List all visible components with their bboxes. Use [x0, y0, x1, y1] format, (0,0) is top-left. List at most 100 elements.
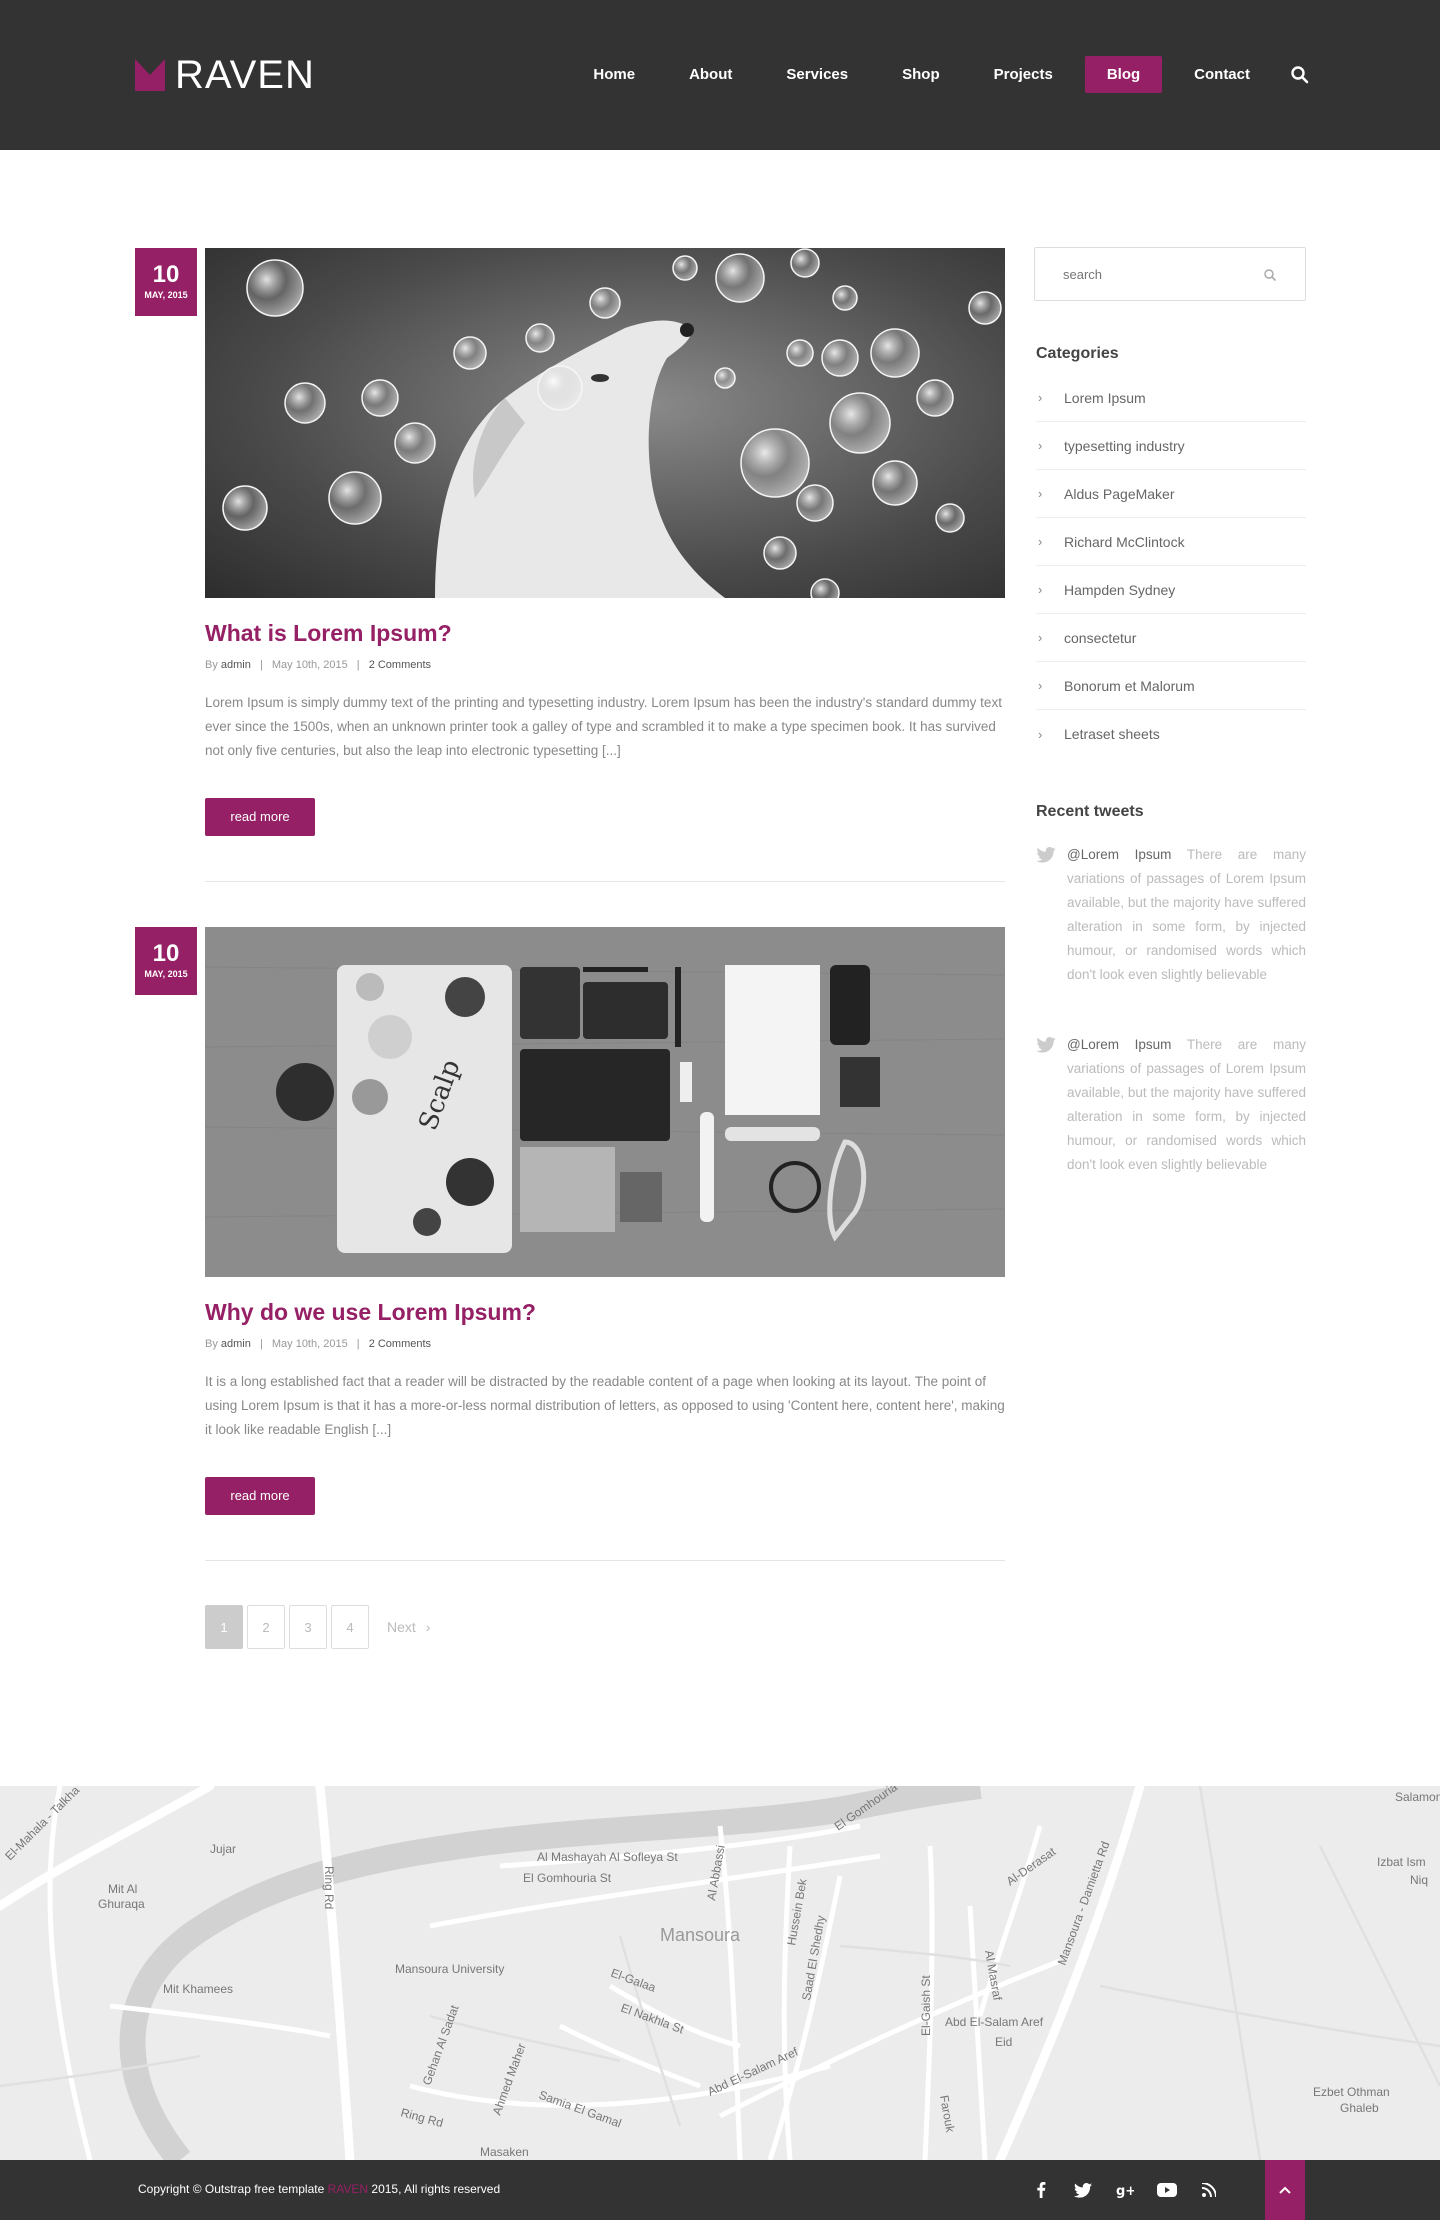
page-4-button[interactable]: 4 — [331, 1605, 369, 1649]
meta-author[interactable]: admin — [221, 1338, 251, 1350]
meta-date: May 10th, 2015 — [271, 659, 348, 671]
category-label: Bonorum et Malorum — [1064, 677, 1195, 694]
svg-text:Mansoura University: Mansoura University — [395, 1962, 504, 1976]
nav-item-services[interactable]: Services — [764, 56, 870, 93]
category-item[interactable]: › Lorem Ipsum — [1036, 374, 1306, 422]
category-item[interactable]: › typesetting industry — [1036, 422, 1306, 470]
back-to-top-button[interactable] — [1265, 2160, 1305, 2220]
svg-text:Abd El-Salam Aref: Abd El-Salam Aref — [945, 2015, 1044, 2029]
logo-text: RAVEN — [175, 53, 315, 97]
copyright-text: Copyright © Outstrap free template RAVEN… — [138, 2182, 500, 2196]
logo-mark-icon — [135, 59, 165, 91]
svg-text:Mit Al: Mit Al — [108, 1882, 137, 1896]
post-title[interactable]: Why do we use Lorem Ipsum? — [205, 1299, 536, 1326]
copyright-brand[interactable]: RAVEN — [328, 2182, 368, 2196]
next-page-button[interactable]: Next › — [387, 1619, 430, 1635]
meta-author[interactable]: admin — [221, 659, 251, 671]
svg-text:Eid: Eid — [995, 2035, 1012, 2049]
tweet-text: @Lorem Ipsum There are many variations o… — [1067, 1033, 1306, 1177]
category-label: Richard McClintock — [1064, 533, 1185, 550]
tweet-item: @Lorem Ipsum There are many variations o… — [1036, 843, 1306, 987]
category-label: typesetting industry — [1064, 437, 1185, 454]
date-badge: 10 MAY, 2015 — [135, 248, 197, 316]
tweet-handle[interactable]: @Lorem Ipsum — [1067, 1037, 1171, 1052]
categories-heading: Categories — [1036, 345, 1119, 362]
nav-item-home[interactable]: Home — [571, 56, 657, 93]
post-excerpt: It is a long established fact that a rea… — [205, 1374, 1005, 1437]
post-meta: By admin | May 10th, 2015 | 2 Comments — [205, 1338, 432, 1350]
tweet-text: @Lorem Ipsum There are many variations o… — [1067, 843, 1306, 987]
read-more-button[interactable]: read more — [205, 1477, 315, 1515]
meta-date: May 10th, 2015 — [271, 1338, 348, 1350]
search-icon[interactable] — [1263, 268, 1277, 282]
category-label: consectetur — [1064, 629, 1137, 646]
blog-post: 10 MAY, 2015 Scalp Why do we use Lorem I… — [135, 927, 1005, 1563]
svg-text:Mansoura: Mansoura — [660, 1925, 741, 1945]
chevron-right-icon: › — [425, 1619, 431, 1635]
categories-list: › Lorem Ipsum › typesetting industry › Aldu… — [1036, 374, 1306, 758]
category-label: Aldus PageMaker — [1064, 485, 1175, 502]
nav-item-blog[interactable]: Blog — [1084, 56, 1163, 93]
logo[interactable]: RAVEN — [135, 55, 315, 95]
google-plus-icon[interactable]: g+ — [1104, 2178, 1146, 2202]
date-month: MAY, 2015 — [144, 969, 188, 979]
social-links: g+ — [1020, 2178, 1230, 2202]
category-item[interactable]: › Letraset sheets — [1036, 710, 1306, 758]
youtube-icon[interactable] — [1146, 2178, 1188, 2202]
nav-item-projects[interactable]: Projects — [972, 56, 1075, 93]
nav-item-about[interactable]: About — [667, 56, 754, 93]
post-excerpt: Lorem Ipsum is simply dummy text of the … — [205, 695, 1002, 758]
rss-icon[interactable] — [1188, 2178, 1230, 2202]
blog-post: 10 MAY, 2015 What is Lorem Ipsum? By adm… — [135, 248, 1005, 884]
post-image-desk[interactable]: Scalp — [205, 927, 1005, 1277]
post-divider — [205, 1560, 1005, 1561]
post-title[interactable]: What is Lorem Ipsum? — [205, 620, 452, 647]
location-map[interactable]: El-Mahala - Talkha Jujar Mit Al Ghuraqa … — [0, 1786, 1440, 2160]
svg-text:Ghuraqa: Ghuraqa — [98, 1897, 145, 1911]
chevron-right-icon: › — [1038, 678, 1043, 693]
svg-text:Jujar: Jujar — [210, 1842, 236, 1856]
pagination: 1 2 3 4 Next › — [205, 1605, 430, 1649]
svg-text:Izbat Ism: Izbat Ism — [1377, 1855, 1426, 1869]
category-item[interactable]: › Hampden Sydney — [1036, 566, 1306, 614]
twitter-icon[interactable] — [1062, 2178, 1104, 2202]
nav-item-shop[interactable]: Shop — [880, 56, 962, 93]
site-footer: Copyright © Outstrap free template RAVEN… — [0, 2160, 1440, 2220]
category-item[interactable]: › consectetur — [1036, 614, 1306, 662]
page-2-button[interactable]: 2 — [247, 1605, 285, 1649]
next-label: Next — [387, 1619, 416, 1635]
chevron-up-icon — [1279, 2181, 1291, 2199]
chevron-right-icon: › — [1038, 534, 1043, 549]
category-item[interactable]: › Bonorum et Malorum — [1036, 662, 1306, 710]
nav-item-contact[interactable]: Contact — [1172, 56, 1272, 93]
category-item[interactable]: › Aldus PageMaker — [1036, 470, 1306, 518]
svg-text:Masaken: Masaken — [480, 2145, 529, 2159]
svg-text:El-Gaish St: El-Gaish St — [919, 1975, 933, 2036]
twitter-icon — [1036, 1033, 1067, 1177]
chevron-right-icon: › — [1038, 390, 1043, 405]
search-icon[interactable] — [1290, 65, 1310, 85]
svg-text:Ezbet Othman: Ezbet Othman — [1313, 2085, 1390, 2099]
chevron-right-icon: › — [1038, 486, 1043, 501]
svg-text:Ghaleb: Ghaleb — [1340, 2101, 1379, 2115]
facebook-icon[interactable] — [1020, 2178, 1062, 2202]
date-day: 10 — [152, 261, 180, 288]
copyright-prefix: Copyright © Outstrap free template — [138, 2182, 325, 2196]
search-input[interactable] — [1035, 248, 1235, 300]
page-1-button[interactable]: 1 — [205, 1605, 243, 1649]
meta-comments[interactable]: 2 Comments — [369, 659, 431, 671]
category-item[interactable]: › Richard McClintock — [1036, 518, 1306, 566]
post-image-dog[interactable] — [205, 248, 1005, 598]
meta-comments[interactable]: 2 Comments — [369, 1338, 431, 1350]
svg-text:g+: g+ — [1116, 2184, 1134, 2198]
main-nav: Home About Services Shop Projects Blog C… — [561, 56, 1310, 93]
tweet-body: There are many variations of passages of… — [1067, 847, 1307, 982]
svg-text:El Gomhouria St: El Gomhouria St — [523, 1871, 612, 1885]
chevron-right-icon: › — [1038, 582, 1043, 597]
meta-by: By — [205, 1338, 218, 1350]
tweet-body: There are many variations of passages of… — [1067, 1037, 1307, 1172]
read-more-button[interactable]: read more — [205, 798, 315, 836]
page-3-button[interactable]: 3 — [289, 1605, 327, 1649]
meta-by: By — [205, 659, 218, 671]
tweet-handle[interactable]: @Lorem Ipsum — [1067, 847, 1171, 862]
